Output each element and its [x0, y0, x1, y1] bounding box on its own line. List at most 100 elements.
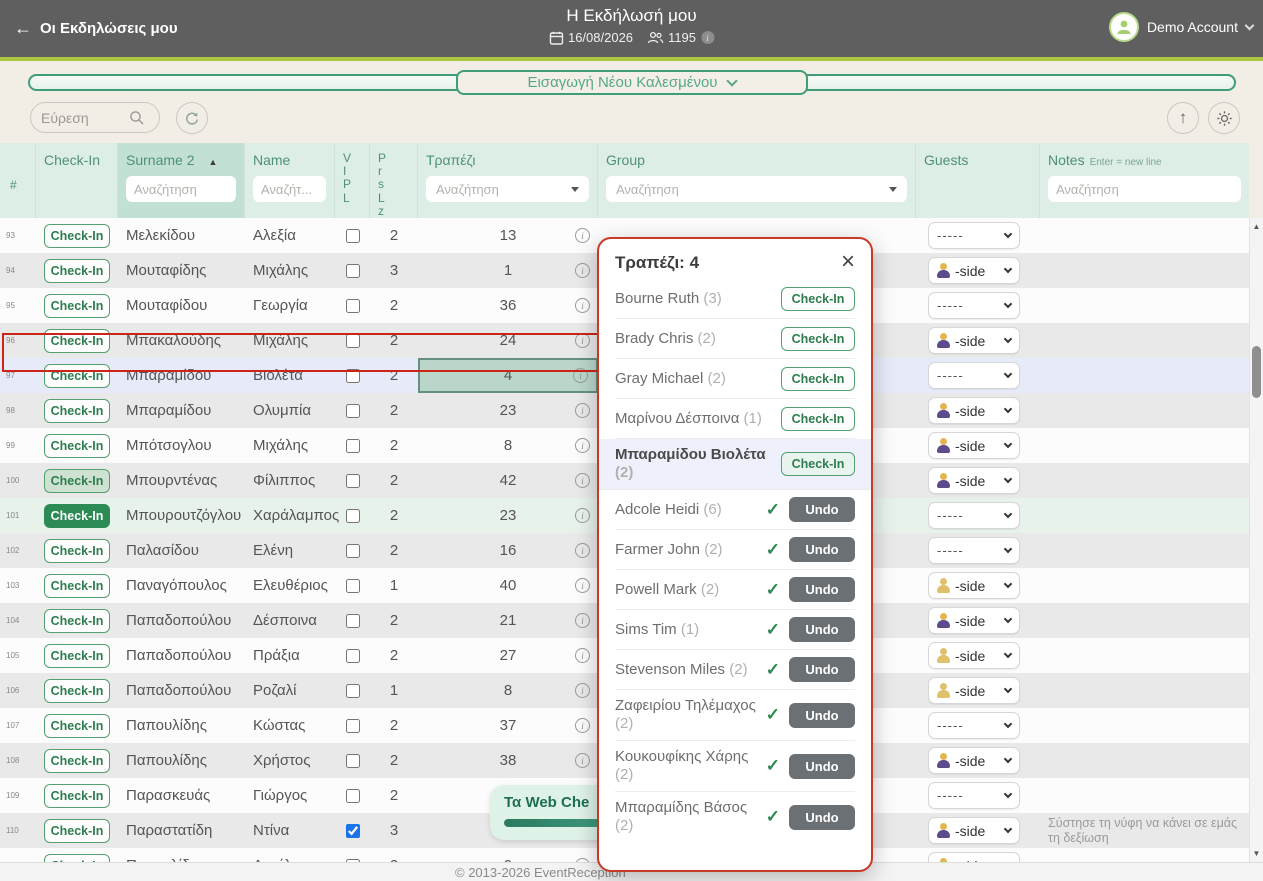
vip-checkbox[interactable]: [346, 229, 360, 243]
col-table[interactable]: Τραπέζι Αναζήτηση: [418, 143, 598, 218]
guest-side-select[interactable]: -side: [928, 432, 1020, 459]
guest-side-select[interactable]: -side: [928, 747, 1020, 774]
table-number-cell[interactable]: 1i: [418, 253, 598, 288]
checkin-button[interactable]: Check-In: [44, 434, 110, 458]
refresh-button[interactable]: [176, 102, 208, 134]
info-icon[interactable]: i: [575, 648, 590, 663]
info-icon[interactable]: i: [575, 683, 590, 698]
checkin-button[interactable]: Check-In: [781, 327, 855, 351]
notes-cell[interactable]: [1040, 848, 1249, 862]
info-icon[interactable]: i: [575, 613, 590, 628]
checkin-button[interactable]: Check-In: [44, 784, 110, 808]
checkin-button[interactable]: Check-In: [44, 259, 110, 283]
notes-cell[interactable]: [1040, 673, 1249, 708]
notes-cell[interactable]: [1040, 498, 1249, 533]
vip-checkbox[interactable]: [346, 439, 360, 453]
undo-button[interactable]: Undo: [789, 617, 855, 642]
info-icon[interactable]: i: [575, 403, 590, 418]
guest-side-select[interactable]: -side: [928, 257, 1020, 284]
guest-side-select[interactable]: -----: [928, 362, 1020, 389]
col-group[interactable]: Group Αναζήτηση: [598, 143, 916, 218]
global-search[interactable]: [30, 102, 160, 133]
search-input[interactable]: [41, 110, 129, 126]
vip-checkbox[interactable]: [346, 334, 360, 348]
notes-cell[interactable]: [1040, 568, 1249, 603]
checkin-button[interactable]: Check-In: [44, 644, 110, 668]
vip-checkbox[interactable]: [346, 754, 360, 768]
guest-side-select[interactable]: -side: [928, 572, 1020, 599]
info-icon[interactable]: i: [575, 753, 590, 768]
info-icon[interactable]: i: [575, 473, 590, 488]
undo-button[interactable]: Undo: [789, 497, 855, 522]
table-number-cell[interactable]: 27i: [418, 638, 598, 673]
guest-side-select[interactable]: -----: [928, 222, 1020, 249]
table-number-cell[interactable]: 13i: [418, 218, 598, 253]
vip-checkbox[interactable]: [346, 579, 360, 593]
info-icon[interactable]: i: [575, 543, 590, 558]
checkin-button[interactable]: Check-In: [781, 452, 855, 476]
back-to-events-button[interactable]: ← Οι Εκδηλώσεις μου: [14, 18, 178, 39]
info-icon[interactable]: i: [575, 718, 590, 733]
checkin-button[interactable]: Check-In: [44, 294, 110, 318]
checkin-button[interactable]: Check-In: [44, 714, 110, 738]
notes-cell[interactable]: [1040, 218, 1249, 253]
col-surname[interactable]: Surname 2▲: [118, 143, 245, 218]
guest-side-select[interactable]: -side: [928, 852, 1020, 862]
undo-button[interactable]: Undo: [789, 703, 855, 728]
guest-side-select[interactable]: -side: [928, 677, 1020, 704]
undo-button[interactable]: Undo: [789, 805, 855, 830]
vip-checkbox[interactable]: [346, 369, 360, 383]
guest-side-select[interactable]: -side: [928, 642, 1020, 669]
notes-cell[interactable]: [1040, 778, 1249, 813]
guest-side-select[interactable]: -side: [928, 467, 1020, 494]
notes-cell[interactable]: [1040, 323, 1249, 358]
checkin-button[interactable]: Check-In: [44, 504, 110, 528]
vip-checkbox[interactable]: [346, 509, 360, 523]
undo-button[interactable]: Undo: [789, 577, 855, 602]
close-icon[interactable]: ×: [841, 253, 855, 271]
undo-button[interactable]: Undo: [789, 537, 855, 562]
info-icon[interactable]: i: [575, 298, 590, 313]
checkin-button[interactable]: Check-In: [44, 224, 110, 248]
guest-side-select[interactable]: -----: [928, 502, 1020, 529]
vip-checkbox[interactable]: [346, 824, 360, 838]
table-number-cell[interactable]: 23i: [418, 498, 598, 533]
info-icon[interactable]: i: [575, 578, 590, 593]
info-icon[interactable]: i: [573, 368, 588, 383]
notes-cell[interactable]: [1040, 428, 1249, 463]
vip-checkbox[interactable]: [346, 649, 360, 663]
notes-cell[interactable]: [1040, 393, 1249, 428]
scroll-top-button[interactable]: ↑: [1167, 102, 1199, 134]
table-number-cell[interactable]: 8i: [418, 428, 598, 463]
group-filter-select[interactable]: Αναζήτηση: [606, 176, 907, 202]
checkin-button[interactable]: Check-In: [44, 469, 110, 493]
table-number-cell[interactable]: 21i: [418, 603, 598, 638]
notes-cell[interactable]: [1040, 253, 1249, 288]
checkin-button[interactable]: Check-In: [44, 679, 110, 703]
vip-checkbox[interactable]: [346, 474, 360, 488]
table-number-cell[interactable]: 36i: [418, 288, 598, 323]
checkin-button[interactable]: Check-In: [44, 364, 110, 388]
table-number-cell[interactable]: 8i: [418, 673, 598, 708]
checkin-button[interactable]: Check-In: [781, 407, 855, 431]
checkin-button[interactable]: Check-In: [44, 574, 110, 598]
guest-side-select[interactable]: -side: [928, 397, 1020, 424]
guest-side-select[interactable]: -side: [928, 817, 1020, 844]
checkin-button[interactable]: Check-In: [781, 367, 855, 391]
scrollbar-up-arrow[interactable]: ▲: [1250, 222, 1263, 231]
checkin-button[interactable]: Check-In: [44, 819, 110, 843]
guest-side-select[interactable]: -----: [928, 292, 1020, 319]
notes-cell[interactable]: [1040, 463, 1249, 498]
vip-checkbox[interactable]: [346, 299, 360, 313]
checkin-button[interactable]: Check-In: [781, 287, 855, 311]
vip-checkbox[interactable]: [346, 684, 360, 698]
checkin-button[interactable]: Check-In: [44, 329, 110, 353]
notes-cell[interactable]: [1040, 288, 1249, 323]
name-filter-input[interactable]: [253, 176, 326, 202]
table-number-cell[interactable]: 37i: [418, 708, 598, 743]
checkin-button[interactable]: Check-In: [44, 749, 110, 773]
account-menu[interactable]: Demo Account: [1109, 12, 1253, 42]
vip-checkbox[interactable]: [346, 404, 360, 418]
info-icon[interactable]: i: [575, 508, 590, 523]
table-number-cell[interactable]: 23i: [418, 393, 598, 428]
